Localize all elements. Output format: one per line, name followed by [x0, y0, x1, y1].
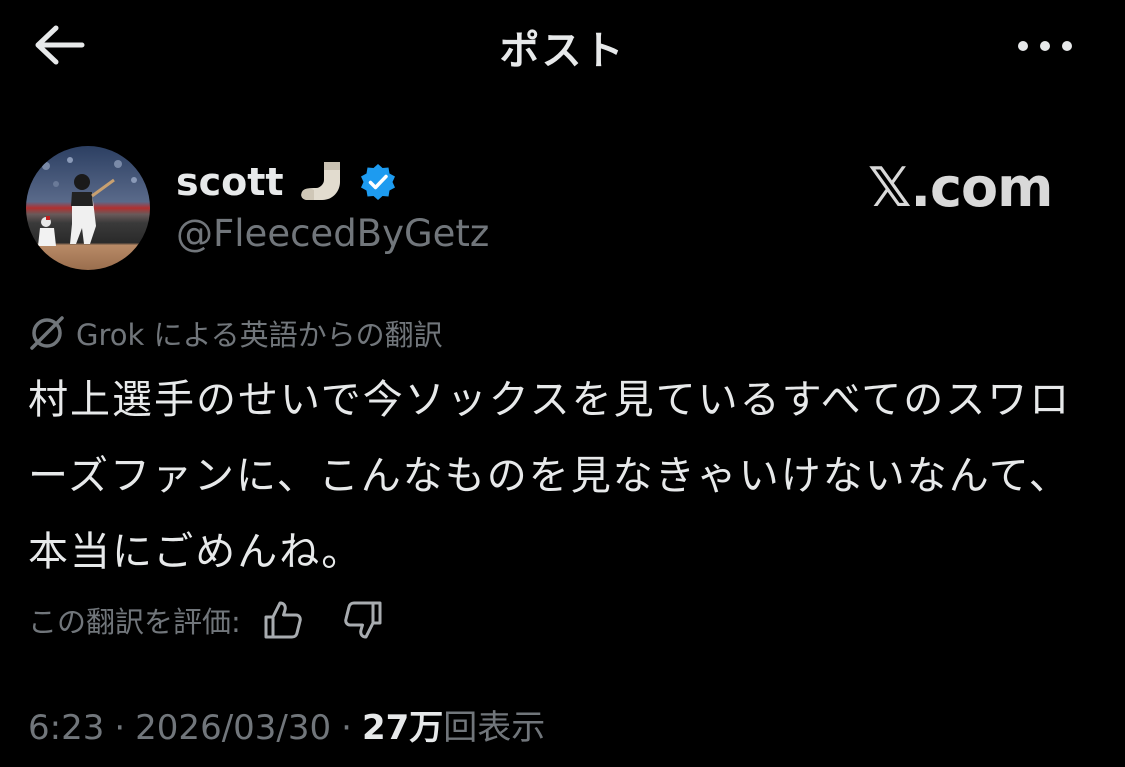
more-options-button[interactable]: [1015, 26, 1075, 66]
views-label: 回表示: [443, 708, 546, 748]
top-bar: ポスト: [0, 0, 1125, 90]
thumbs-down-button[interactable]: [339, 596, 387, 644]
display-name-row: scott: [176, 156, 489, 208]
sock-emoji-icon: [298, 160, 350, 204]
post-date: 2026/03/30: [135, 708, 332, 748]
x-com-watermark: 𝕏.com: [868, 156, 1053, 219]
avatar[interactable]: [26, 146, 150, 270]
post-text: 村上選手のせいで今ソックスを見ているすべてのスワローズファンに、こんなものを見な…: [28, 377, 1072, 575]
display-name[interactable]: scott: [176, 160, 284, 204]
translation-label: Grok による英語からの翻訳: [28, 312, 443, 354]
translation-label-text: Grok による英語からの翻訳: [76, 318, 443, 352]
verified-badge-icon: [358, 162, 398, 202]
grok-icon: [28, 315, 66, 351]
page-title: ポスト: [499, 28, 626, 74]
thumbs-up-icon: [264, 601, 302, 639]
meta-separator: ·: [341, 708, 352, 748]
avatar-image: [26, 146, 150, 270]
rate-translation: この翻訳を評価:: [28, 596, 387, 644]
user-handle[interactable]: @FleecedByGetz: [176, 212, 489, 255]
author-info: scott @FleecedByGetz: [176, 156, 489, 255]
post-meta: 6:23 · 2026/03/30 · 27万 回表示: [28, 700, 545, 749]
more-horizontal-icon: [1018, 41, 1072, 51]
thumbs-up-button[interactable]: [259, 596, 307, 644]
thumbs-down-icon: [344, 601, 382, 639]
rate-translation-label: この翻訳を評価:: [28, 605, 241, 639]
views-count: 27万: [361, 708, 444, 748]
post-time: 6:23: [28, 708, 105, 748]
meta-separator: ·: [114, 708, 126, 748]
